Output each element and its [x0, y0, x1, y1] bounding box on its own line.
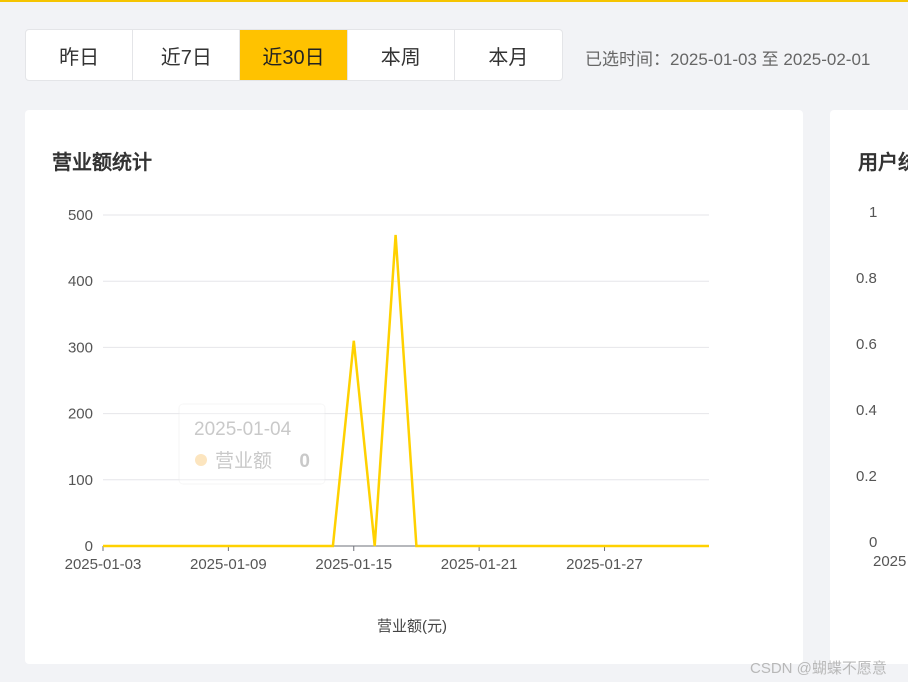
y-tick-label: 0 — [85, 538, 93, 555]
y-tick-label: 300 — [68, 339, 93, 356]
y-tick-label: 500 — [68, 207, 93, 224]
user-y-tick: 0.8 — [856, 270, 877, 287]
tooltip-box — [178, 403, 326, 485]
user-y-tick: 0.2 — [856, 468, 877, 485]
x-tick-label: 2025-01-15 — [315, 556, 392, 573]
tooltip-value: 0 — [299, 451, 310, 472]
top-accent-bar — [0, 0, 908, 2]
selected-range-label: 已选时间：2025-01-03 至 2025-02-01 — [585, 50, 871, 69]
user-y-tick: 0 — [869, 534, 878, 551]
watermark: CSDN @蝴蝶不愿意 — [750, 660, 887, 677]
y-tick-label: 400 — [68, 273, 93, 290]
user-y-tick: 0.6 — [856, 336, 877, 353]
user-card-title: 用户统 — [858, 152, 908, 174]
y-tick-label: 100 — [68, 472, 93, 489]
chart-tooltip: 2025-01-04 营业额 0 — [178, 403, 326, 485]
tab-yesterday[interactable]: 昨日 — [26, 30, 134, 80]
tab-last-7-days[interactable]: 近7日 — [133, 30, 241, 80]
user-y-tick: 1 — [869, 204, 878, 221]
x-axis-title: 营业额(元) — [377, 618, 447, 635]
x-tick-label: 2025-01-03 — [65, 556, 142, 573]
tooltip-date: 2025-01-04 — [194, 419, 292, 440]
revenue-line-chart: 0 100 200 300 400 500 2025-01-03 2025-01-09 2025… — [65, 207, 709, 635]
revenue-card: 营业额统计 0 100 200 300 400 500 2025-01-03 2025-01-… — [25, 110, 803, 664]
date-range-tabs: 昨日 近7日 近30日 本周 本月 — [25, 29, 563, 81]
user-y-tick: 0.4 — [856, 402, 877, 419]
user-x-tick: 2025 — [873, 553, 907, 570]
x-tick-label: 2025-01-21 — [441, 556, 518, 573]
tooltip-series-dot — [195, 454, 207, 466]
tooltip-series-name: 营业额 — [215, 450, 272, 472]
tab-last-30-days[interactable]: 近30日 — [240, 30, 348, 80]
x-tick-label: 2025-01-09 — [190, 556, 267, 573]
x-tick-label: 2025-01-27 — [566, 556, 643, 573]
tab-this-month[interactable]: 本月 — [455, 30, 562, 80]
user-card: 用户统 1 0.8 0.6 0.4 0.2 0 2025 — [830, 110, 908, 664]
y-tick-label: 200 — [68, 406, 93, 423]
tab-this-week[interactable]: 本周 — [348, 30, 455, 80]
